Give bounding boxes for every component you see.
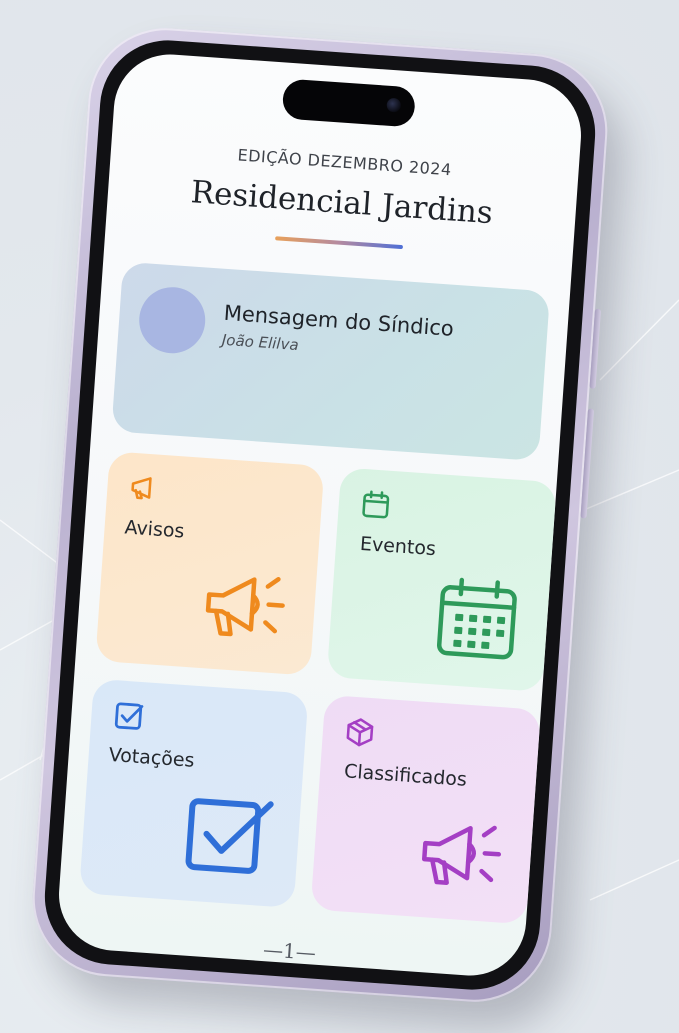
app-screen: EDIÇÃO DEZEMBRO 2024 Residencial Jardins…	[55, 50, 585, 980]
camera-icon	[386, 97, 402, 113]
tile-label-classificados: Classificados	[343, 760, 468, 791]
tile-label-eventos: Eventos	[359, 532, 437, 561]
title-underline	[275, 236, 404, 250]
tile-classificados[interactable]: Classificados	[310, 694, 541, 925]
megaphone-icon	[131, 477, 152, 500]
phone-device: EDIÇÃO DEZEMBRO 2024 Residencial Jardins…	[27, 23, 613, 1007]
megaphone-icon	[205, 577, 285, 637]
volume-button	[589, 308, 602, 389]
message-author: João Elilva	[221, 330, 300, 355]
phone-bezel: EDIÇÃO DEZEMBRO 2024 Residencial Jardins…	[40, 35, 600, 995]
checkbox-icon	[114, 702, 144, 730]
syndic-message-card[interactable]: Mensagem do Síndico João Elilva	[111, 261, 551, 462]
megaphone-icon	[422, 825, 502, 885]
power-button	[580, 408, 595, 519]
dynamic-island	[281, 78, 417, 128]
page-number: —1—	[262, 937, 317, 965]
checkbox-icon	[185, 798, 274, 874]
tile-avisos[interactable]: Avisos	[95, 451, 325, 676]
avatar	[137, 284, 208, 356]
tile-label-votacoes: Votações	[107, 743, 196, 772]
calendar-icon	[362, 490, 390, 519]
calendar-icon	[436, 577, 517, 660]
package-icon	[346, 718, 374, 747]
tile-votacoes[interactable]: Votações	[79, 678, 309, 909]
tile-label-avisos: Avisos	[123, 516, 186, 543]
tile-eventos[interactable]: Eventos	[326, 467, 557, 692]
